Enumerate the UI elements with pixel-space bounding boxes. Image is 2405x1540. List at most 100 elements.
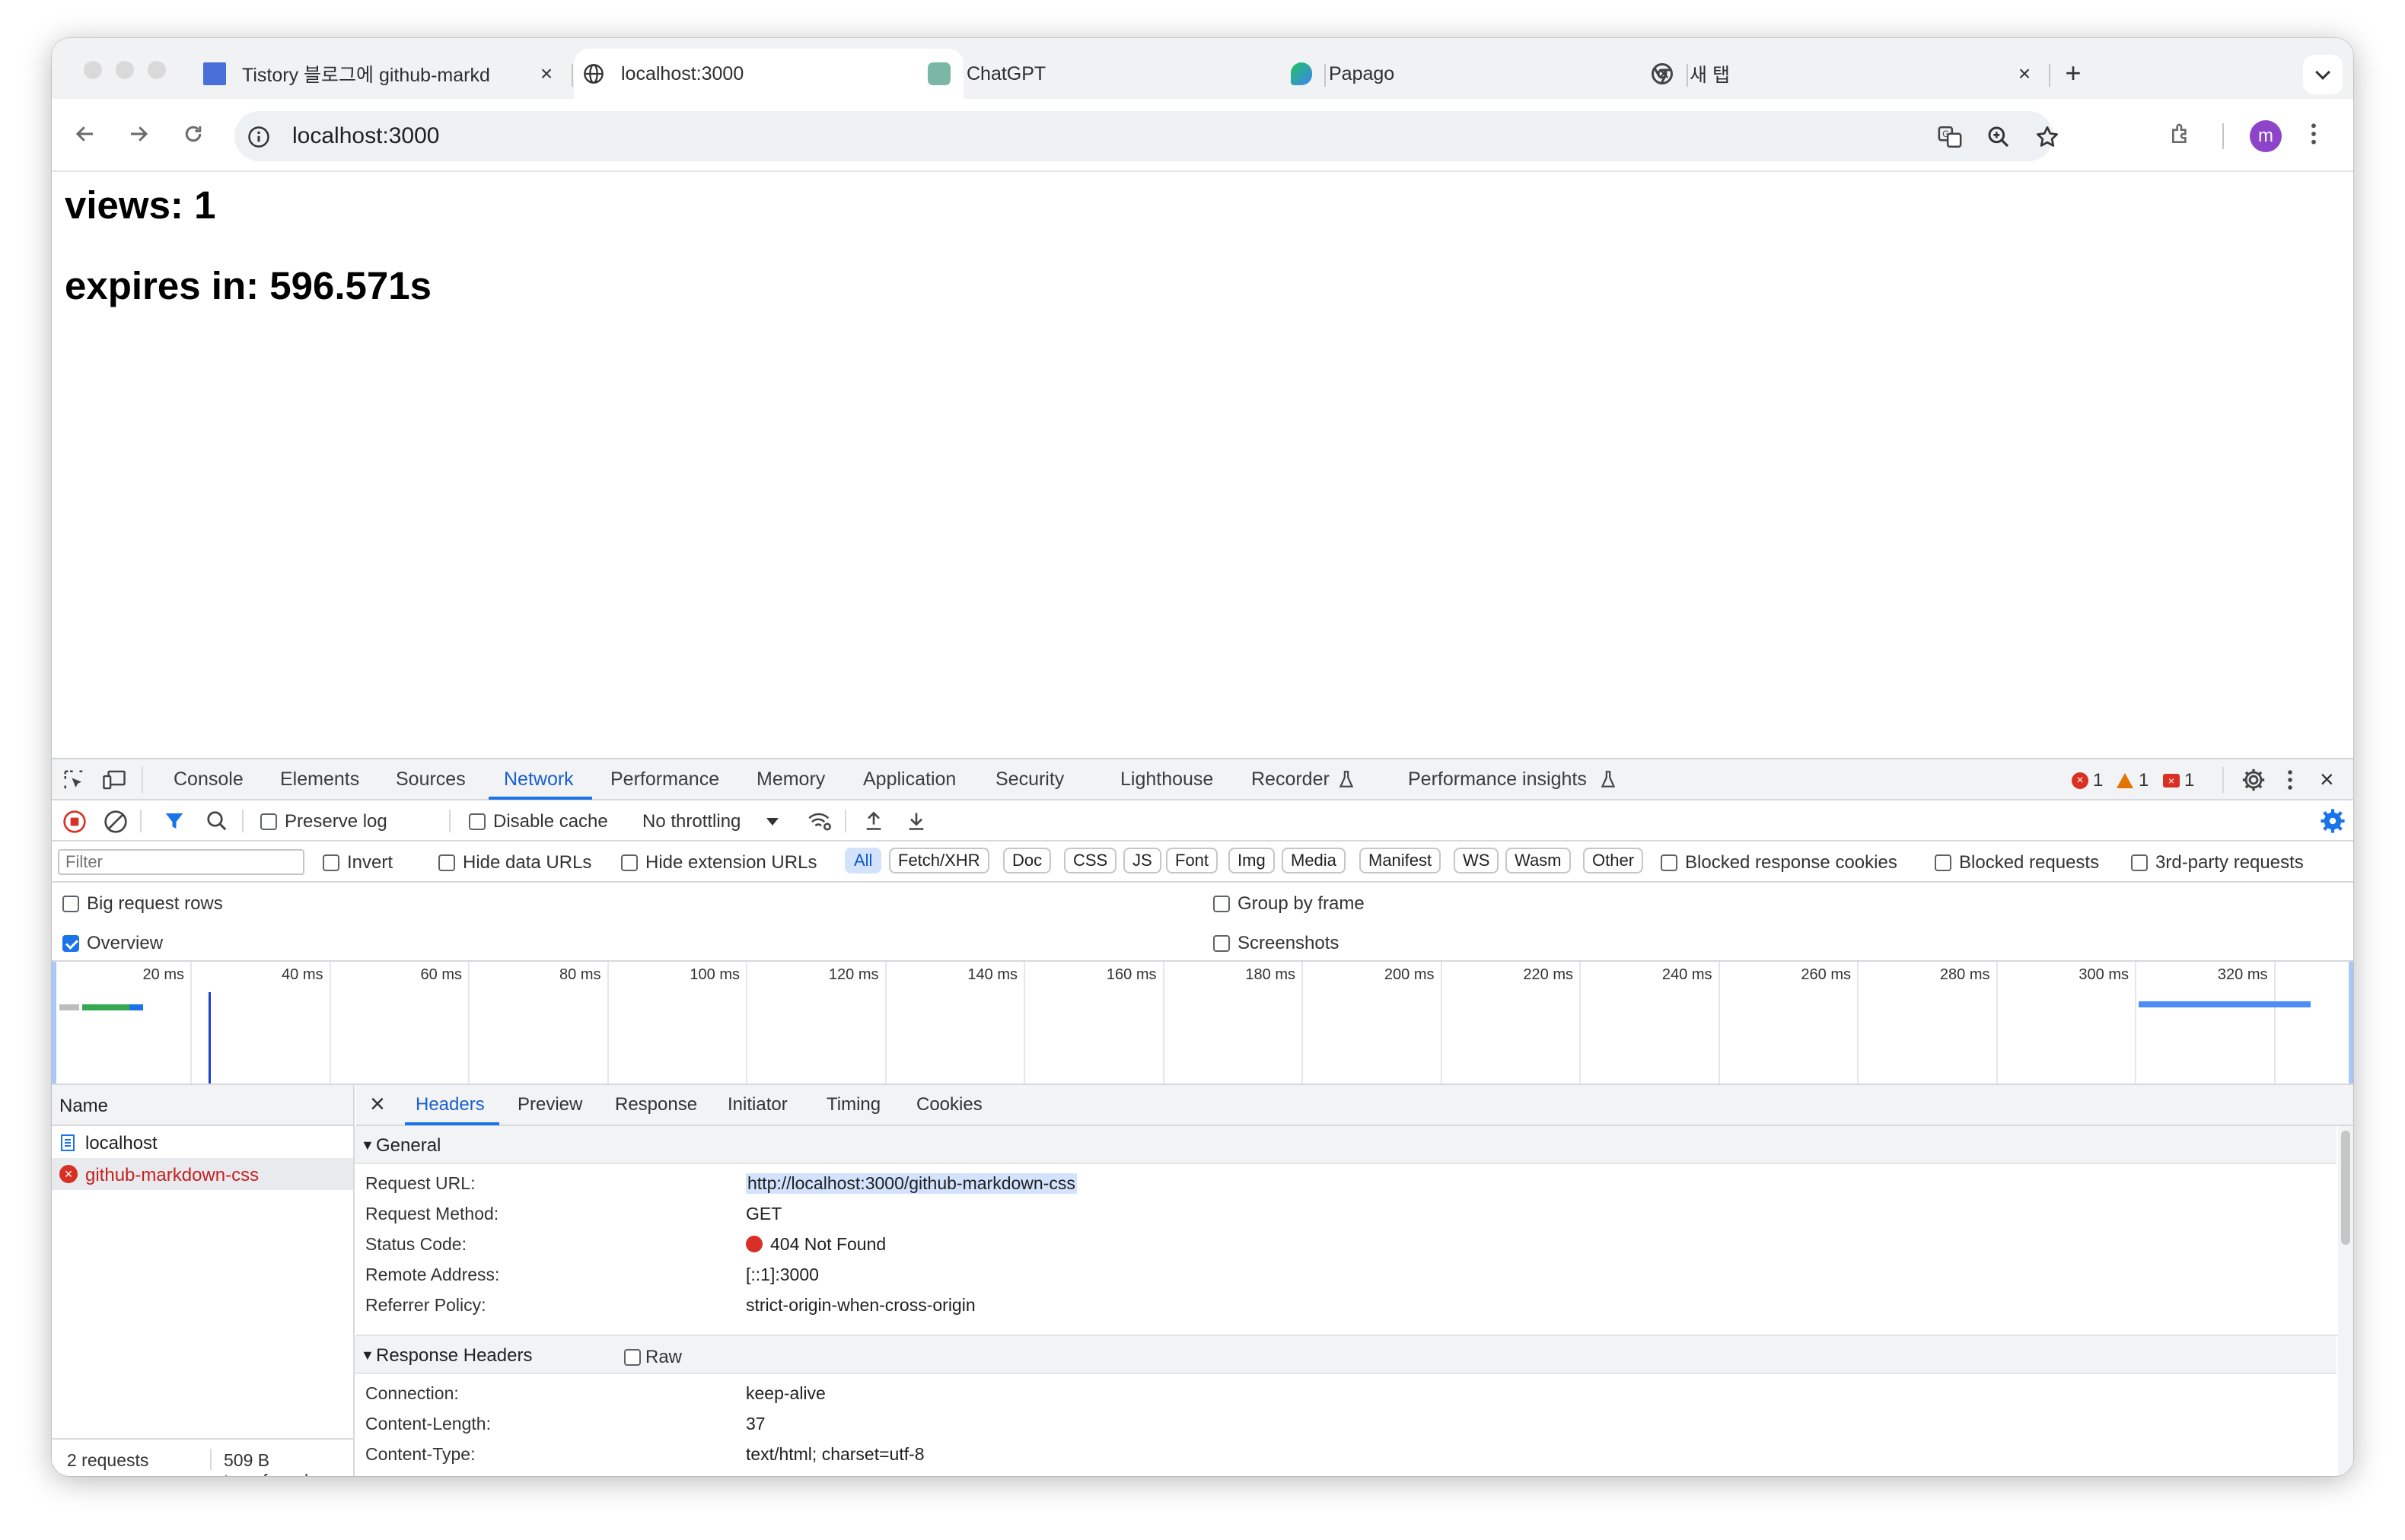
filter-input[interactable] bbox=[58, 849, 304, 875]
reload-button[interactable] bbox=[177, 117, 210, 151]
raw-checkbox[interactable]: Raw bbox=[624, 1347, 682, 1368]
translate-icon[interactable]: G bbox=[1935, 122, 1965, 152]
third-party-requests-checkbox[interactable]: 3rd-party requests bbox=[2131, 852, 2304, 873]
type-filter-img[interactable]: Img bbox=[1228, 848, 1275, 873]
tab-headers[interactable]: Headers bbox=[416, 1094, 485, 1115]
warning-counter[interactable]: 1 bbox=[2116, 770, 2149, 791]
type-filter-wasm[interactable]: Wasm bbox=[1505, 848, 1571, 873]
screenshots-checkbox[interactable]: Screenshots bbox=[1213, 933, 1339, 954]
type-filter-media[interactable]: Media bbox=[1282, 848, 1346, 873]
type-filter-all[interactable]: All bbox=[845, 848, 882, 873]
tab-timing[interactable]: Timing bbox=[827, 1094, 881, 1115]
browser-tab[interactable]: ChatGPT × bbox=[927, 49, 1315, 99]
record-stop-icon[interactable] bbox=[62, 810, 87, 838]
type-filter-js[interactable]: JS bbox=[1123, 848, 1161, 873]
address-text[interactable]: localhost:3000 bbox=[292, 123, 439, 149]
clear-icon[interactable] bbox=[104, 810, 128, 838]
tab-memory[interactable]: Memory bbox=[757, 768, 825, 791]
network-conditions-icon[interactable] bbox=[807, 810, 833, 836]
browser-tab[interactable]: Tistory 블로그에 github-markd × bbox=[202, 49, 560, 99]
inspect-element-icon[interactable] bbox=[62, 768, 85, 795]
type-filter-manifest[interactable]: Manifest bbox=[1359, 848, 1441, 873]
tab-elements[interactable]: Elements bbox=[280, 768, 359, 791]
issues-counter[interactable]: × 1 bbox=[2163, 770, 2194, 791]
bookmark-star-icon[interactable] bbox=[2032, 122, 2063, 152]
tab-network[interactable]: Network bbox=[504, 768, 574, 791]
checkbox[interactable] bbox=[469, 813, 486, 830]
blocked-requests-checkbox[interactable]: Blocked requests bbox=[1935, 852, 2099, 873]
type-filter-ws[interactable]: WS bbox=[1454, 848, 1499, 873]
general-section-header[interactable]: ▼ General bbox=[355, 1126, 2337, 1164]
type-filter-other[interactable]: Other bbox=[1583, 848, 1644, 873]
close-detail-icon[interactable]: × bbox=[370, 1090, 385, 1119]
tab-recorder[interactable]: Recorder bbox=[1251, 768, 1330, 791]
type-filter-css[interactable]: CSS bbox=[1064, 848, 1117, 873]
overview-checkbox[interactable]: Overview bbox=[62, 933, 163, 954]
invert-checkbox[interactable]: Invert bbox=[323, 852, 393, 873]
overview-range-handle[interactable] bbox=[52, 962, 56, 1083]
status-bar: 2 requests 509 B transferred bbox=[52, 1438, 353, 1476]
checkbox[interactable] bbox=[260, 813, 277, 830]
detail-scrollbar[interactable] bbox=[2338, 1126, 2353, 1476]
tab-preview[interactable]: Preview bbox=[518, 1094, 582, 1115]
response-headers-section-header[interactable]: ▼ Response Headers Raw bbox=[355, 1336, 2337, 1374]
export-har-icon[interactable] bbox=[906, 810, 927, 836]
device-toolbar-icon[interactable] bbox=[102, 768, 126, 795]
devtools-menu-icon[interactable] bbox=[2286, 768, 2294, 795]
filter-funnel-icon[interactable] bbox=[163, 810, 186, 836]
tab-console[interactable]: Console bbox=[174, 768, 244, 791]
site-info-icon[interactable] bbox=[244, 122, 274, 152]
network-settings-gear-icon[interactable] bbox=[2320, 808, 2346, 838]
search-icon[interactable] bbox=[205, 810, 228, 836]
type-filter-font[interactable]: Font bbox=[1166, 848, 1218, 873]
close-devtools-icon[interactable]: × bbox=[2320, 765, 2334, 794]
browser-menu-button[interactable] bbox=[2297, 117, 2330, 151]
request-row-selected[interactable]: × github-markdown-css bbox=[52, 1158, 353, 1190]
type-filter-doc[interactable]: Doc bbox=[1003, 848, 1052, 873]
big-request-rows-checkbox[interactable]: Big request rows bbox=[62, 893, 223, 915]
request-row[interactable]: localhost bbox=[52, 1126, 353, 1158]
hide-extension-urls-checkbox[interactable]: Hide extension URLs bbox=[621, 852, 817, 873]
minimize-window-button[interactable] bbox=[116, 61, 134, 79]
type-filter-fetch-xhr[interactable]: Fetch/XHR bbox=[889, 848, 989, 873]
close-icon[interactable]: × bbox=[533, 60, 560, 88]
tab-application[interactable]: Application bbox=[863, 768, 956, 791]
extensions-button[interactable] bbox=[2164, 117, 2198, 151]
request-url-value[interactable]: http://localhost:3000/github-markdown-cs… bbox=[746, 1173, 1077, 1194]
tab-cookies[interactable]: Cookies bbox=[916, 1094, 983, 1115]
tab-response[interactable]: Response bbox=[615, 1094, 697, 1115]
network-overview-timeline[interactable]: 20 ms 40 ms 60 ms 80 ms 100 ms 120 ms 140 ms 16… bbox=[52, 962, 2353, 1085]
tab-performance[interactable]: Performance bbox=[610, 768, 719, 791]
settings-gear-icon[interactable] bbox=[2241, 767, 2266, 797]
close-window-button[interactable] bbox=[84, 61, 102, 79]
throttling-select[interactable]: No throttling bbox=[642, 811, 779, 832]
browser-tab[interactable]: 새 탭 × bbox=[1650, 49, 2038, 99]
disable-cache-checkbox[interactable]: Disable cache bbox=[426, 811, 608, 832]
name-column-header[interactable]: Name bbox=[59, 1096, 108, 1117]
back-button[interactable] bbox=[68, 117, 102, 151]
browser-tab-active[interactable]: localhost:3000 × bbox=[574, 49, 964, 99]
blocked-response-cookies-checkbox[interactable]: Blocked response cookies bbox=[1661, 852, 1897, 873]
preserve-log-checkbox[interactable]: Preserve log bbox=[260, 811, 387, 832]
header-value: 37 bbox=[746, 1414, 766, 1433]
tab-performance-insights[interactable]: Performance insights bbox=[1408, 768, 1587, 791]
scrollbar-thumb[interactable] bbox=[2341, 1131, 2350, 1245]
forward-button[interactable] bbox=[122, 117, 155, 151]
new-tab-button[interactable]: + bbox=[2056, 56, 2090, 90]
close-icon[interactable]: × bbox=[2011, 60, 2038, 88]
tab-initiator[interactable]: Initiator bbox=[728, 1094, 788, 1115]
hide-data-urls-checkbox[interactable]: Hide data URLs bbox=[438, 852, 591, 873]
overview-range-handle[interactable] bbox=[2349, 962, 2353, 1083]
tab-security[interactable]: Security bbox=[995, 768, 1064, 791]
browser-tab[interactable]: Papago × bbox=[1289, 49, 1677, 99]
zoom-icon[interactable] bbox=[1983, 122, 2014, 152]
zoom-window-button[interactable] bbox=[148, 61, 166, 79]
import-har-icon[interactable] bbox=[863, 810, 884, 836]
tab-lighthouse[interactable]: Lighthouse bbox=[1120, 768, 1213, 791]
address-bar[interactable]: localhost:3000 G bbox=[234, 111, 2058, 161]
tab-sources[interactable]: Sources bbox=[396, 768, 466, 791]
group-by-frame-checkbox[interactable]: Group by frame bbox=[1213, 893, 1365, 915]
error-counter[interactable]: × 1 bbox=[2072, 770, 2103, 791]
profile-avatar[interactable]: m bbox=[2250, 120, 2282, 152]
tab-search-button[interactable] bbox=[2303, 55, 2343, 94]
